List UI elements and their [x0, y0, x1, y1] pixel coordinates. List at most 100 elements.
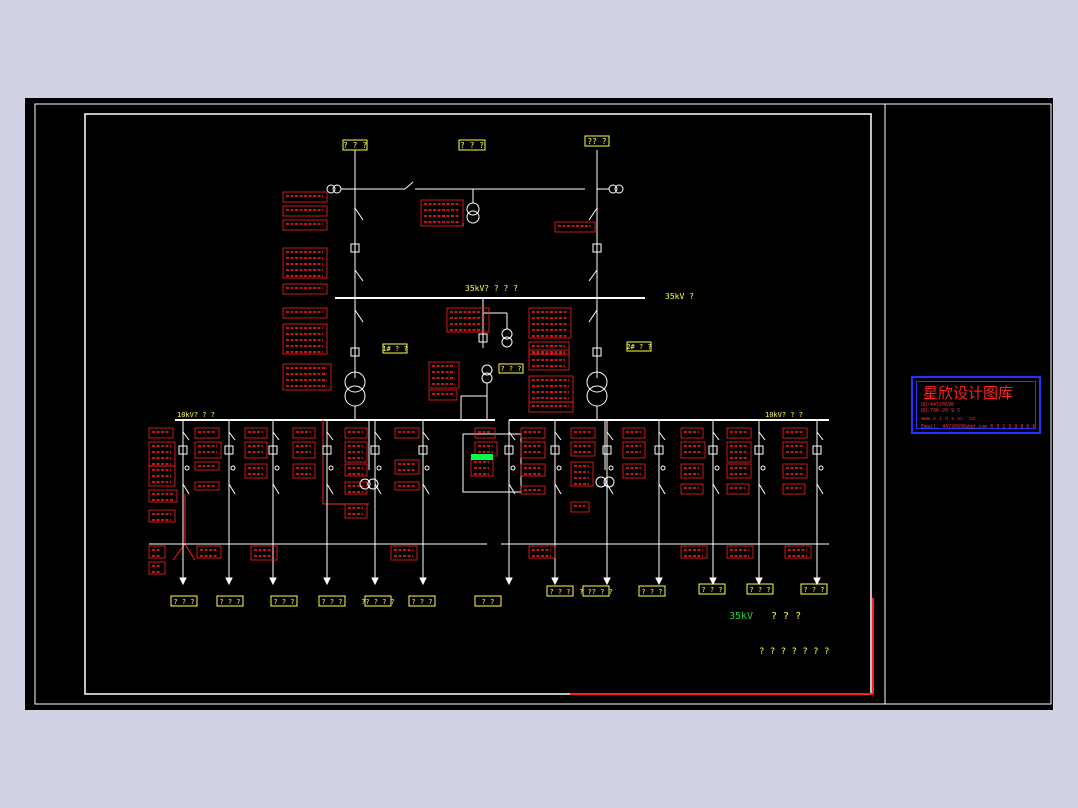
outer-frame: [34, 103, 1052, 705]
feeder-label-box: ? ? ?: [216, 595, 244, 607]
device-annotation-box: [680, 463, 704, 479]
feeder-label-text: ?? ? ? ?: [361, 598, 395, 606]
device-annotation-box: [782, 483, 806, 495]
logo-line-3: www.x i n s sc. cn: [921, 416, 976, 422]
device-annotation-box: [528, 401, 574, 413]
device-annotation-box: [282, 219, 328, 231]
lv-bus-right-label: 10kV? ? ?: [765, 411, 803, 419]
feeder-label-box: ? ? ?: [318, 595, 346, 607]
arrow-symbol: [755, 577, 763, 586]
arrow-symbol: [813, 577, 821, 586]
device-annotation-box: [680, 427, 704, 439]
disconnector-symbol: [554, 483, 562, 495]
t2-label: 2# ? ?: [626, 341, 652, 352]
feeder-bay: [178, 420, 190, 586]
arrow-symbol: [225, 577, 233, 586]
feeder-label-text: ? ? ?: [641, 588, 662, 596]
disconnector-symbol: [758, 483, 766, 495]
device-annotation-box: [292, 463, 316, 479]
feeder-bay: [708, 420, 720, 586]
logo-line-4: Email: 44726696@qq.com 6 3 1 3 9 8 6 6: [921, 424, 1036, 430]
device-annotation-box: [194, 427, 220, 439]
drawing-border: [84, 113, 872, 695]
feeder-label-box: ? ? ?: [546, 585, 574, 597]
device-annotation-box: [570, 441, 596, 457]
device-annotation-group: [148, 191, 812, 575]
ct-symbol: [510, 465, 516, 471]
ct-symbol: [608, 465, 614, 471]
disconnector-symbol: [326, 431, 334, 441]
device-annotation-box: [680, 441, 706, 459]
disconnector-symbol: [422, 431, 430, 441]
station-transformer-top: [462, 189, 480, 226]
transformer-bay-2: [586, 298, 608, 420]
device-annotation-box: [520, 427, 546, 439]
device-annotation-box: [244, 427, 268, 439]
station-transformer: [460, 364, 493, 420]
drawing-canvas[interactable]: ? ? ? ? ? ? ?? ? 35kV? ? ? ? 35kV ? 10kV…: [25, 98, 1053, 710]
feeder-label-text: ? ? ?: [749, 586, 770, 594]
feeder-bay: [550, 420, 562, 586]
feeder-label-text: ? ? ?: [411, 598, 432, 606]
voltage-note-suffix: ? ? ?: [771, 611, 801, 622]
device-annotation-box: [782, 463, 808, 479]
disconnector-symbol: [326, 483, 334, 495]
top-label-left: ? ? ?: [342, 139, 368, 151]
transformer-bay-1: [344, 298, 366, 420]
feeder-label-box: ? ?: [474, 595, 502, 607]
disconnector-symbol: [228, 431, 236, 441]
feeder-label-text: ? ? ?: [549, 588, 570, 596]
arrow-symbol: [323, 577, 331, 586]
arrow-symbol: [419, 577, 427, 586]
device-annotation-box: [726, 463, 752, 479]
disconnector-symbol: [816, 483, 824, 495]
disconnector-symbol: [758, 431, 766, 441]
logo-title: 星欣设计图库: [923, 384, 1014, 402]
device-annotation-box: [622, 427, 646, 439]
ct-symbol: [760, 465, 766, 471]
feeder-bay: [418, 420, 430, 586]
disconnector-symbol: [272, 431, 280, 441]
feeder-label-text: ? ? ?: [173, 598, 194, 606]
disconnector-symbol: [606, 431, 614, 441]
feeder-label-text: ? ?: [482, 598, 495, 606]
highlight-marker: [471, 454, 493, 460]
disconnector-symbol: [228, 483, 236, 495]
bus-tie: [462, 433, 522, 493]
feeder-label-box: ? ? ?: [408, 595, 436, 607]
feeder-label-box: ? ? ?: [270, 595, 298, 607]
top-label-center-text: ? ? ?: [460, 141, 484, 150]
t1-label: 1# ? ?: [382, 343, 408, 354]
feeder-label-box: ? ? ?: [800, 583, 828, 595]
pt-bay: [478, 298, 513, 348]
device-annotation-box: [782, 441, 808, 459]
feeder-bay: [654, 420, 666, 586]
arrow-symbol: [371, 577, 379, 586]
ct-symbol: [230, 465, 236, 471]
title-block-logo: 星欣设计图库 QQ:44726696 QQ:706 20 9 5 www.x i…: [911, 376, 1041, 434]
feeder-label-text: ? ? ?: [701, 586, 722, 594]
arrow-symbol: [655, 577, 663, 586]
feeder-label-text: ? ? ?: [273, 598, 294, 606]
lv-bus-left-label: 10kV? ? ?: [177, 411, 215, 419]
voltage-note: 35kV: [729, 611, 753, 622]
device-annotation-box: [622, 463, 646, 479]
feeder-label-text: ? ?? ? ?: [579, 588, 613, 596]
ct-symbol: [660, 465, 666, 471]
device-annotation-box: [282, 307, 328, 319]
arrow-symbol: [269, 577, 277, 586]
feeder-label-text: ? ? ?: [803, 586, 824, 594]
disconnector-symbol: [712, 431, 720, 441]
ct-symbol: [714, 465, 720, 471]
feeder-bay: [268, 420, 280, 586]
logo-line-2: QQ:706 20 9 5: [921, 408, 961, 414]
station-label: ? ? ?: [498, 363, 524, 374]
top-label-left-text: ? ? ?: [343, 141, 367, 150]
disconnector-symbol: [422, 483, 430, 495]
disconnector-symbol: [658, 483, 666, 495]
device-annotation-box: [244, 441, 268, 459]
feeder-label-group: ? ? ?? ? ?? ? ?? ? ??? ? ? ?? ? ?? ?? ? …: [170, 583, 828, 607]
disconnector-symbol: [658, 431, 666, 441]
hv-bus-label: 35kV? ? ? ?: [465, 284, 518, 293]
feeder-bay: [322, 420, 334, 586]
